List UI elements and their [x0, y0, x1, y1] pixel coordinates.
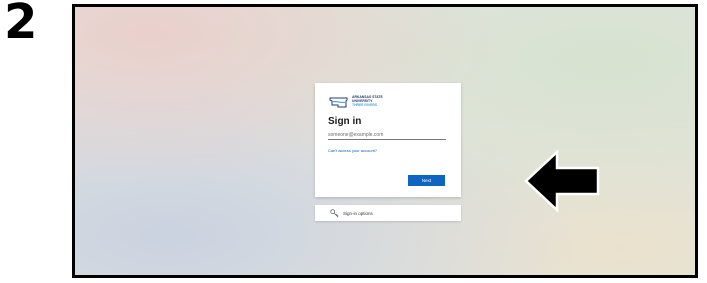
sign-in-options-button[interactable]: Sign-in options: [315, 205, 461, 221]
university-logo: Arkansas State University Three Rivers: [329, 94, 449, 110]
cant-access-account-link[interactable]: Can't access your account?: [328, 148, 377, 153]
left-arrow-icon: [524, 149, 600, 213]
sign-in-card: Arkansas State University Three Rivers S…: [315, 83, 461, 197]
screenshot-frame: Arkansas State University Three Rivers S…: [72, 4, 698, 278]
step-number: 2: [4, 0, 37, 50]
page-title: Sign in: [328, 116, 362, 127]
email-field[interactable]: [328, 130, 446, 140]
logo-text: Arkansas State University Three Rivers: [352, 95, 383, 108]
arkansas-state-logo-icon: [329, 97, 348, 107]
logo-line-3: Three Rivers: [352, 102, 378, 107]
next-button[interactable]: Next: [408, 175, 445, 186]
key-icon: [330, 208, 339, 217]
sign-in-options-label: Sign-in options: [343, 210, 373, 216]
